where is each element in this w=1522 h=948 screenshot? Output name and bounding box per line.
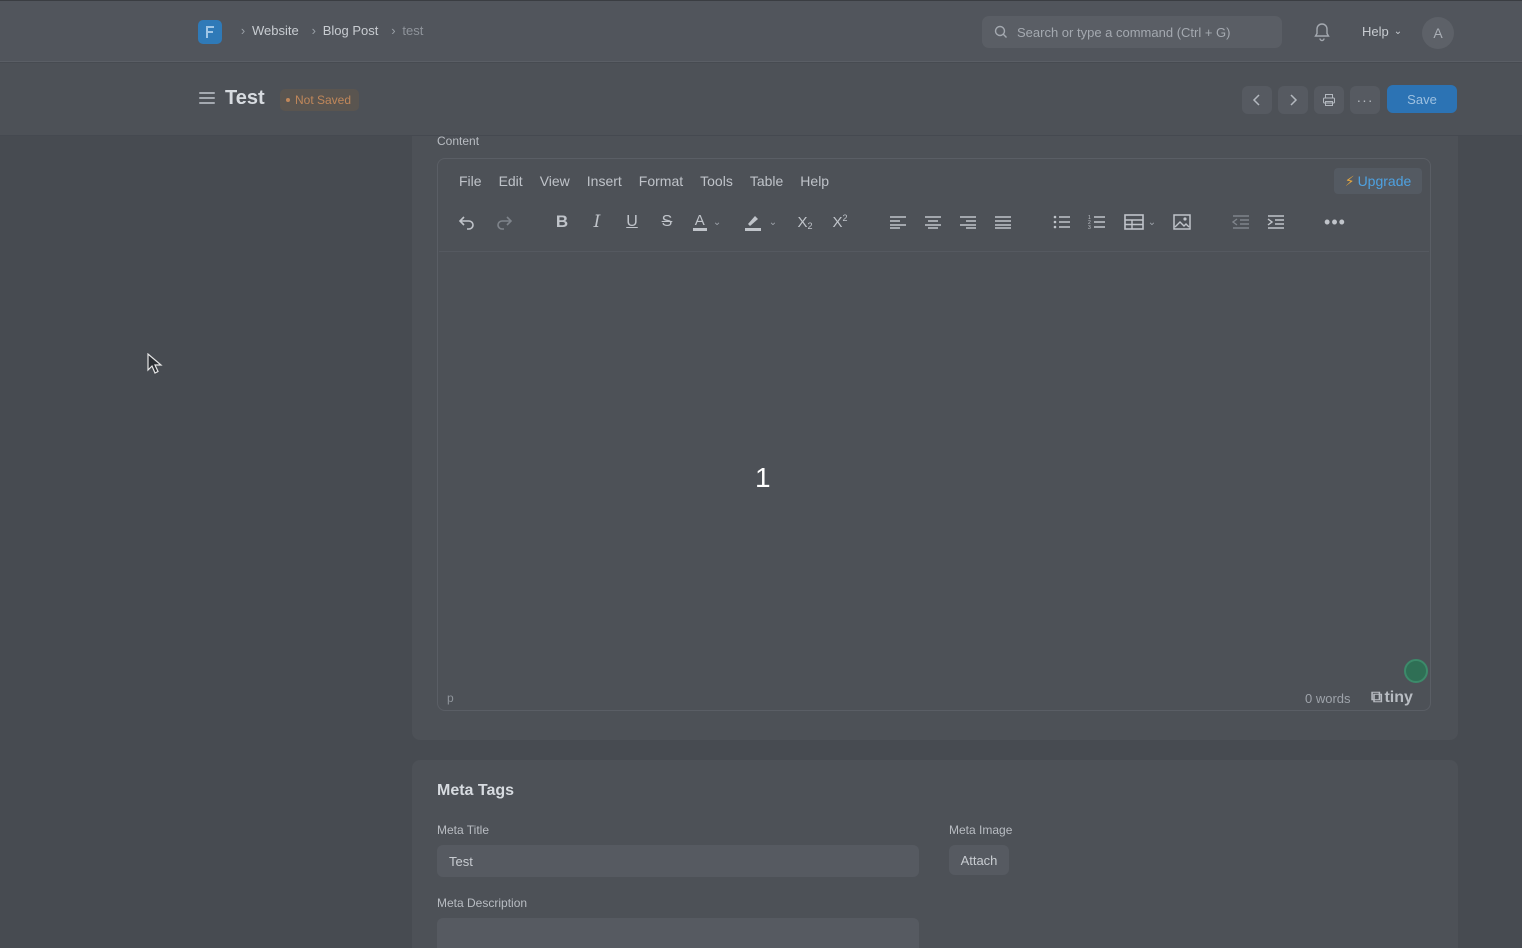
superscript-icon[interactable]: X2 <box>825 207 855 237</box>
meta-title-input[interactable]: Test <box>437 845 919 877</box>
underline-icon[interactable]: U <box>617 207 647 237</box>
status-dot-icon <box>286 98 290 102</box>
search-icon <box>994 25 1007 38</box>
chevron-right-icon <box>1290 94 1298 106</box>
menu-table[interactable]: Table <box>750 173 783 189</box>
content-label: Content <box>437 134 480 148</box>
tiny-brand-logo[interactable]: ⧉ tiny <box>1371 689 1413 707</box>
word-count[interactable]: 0 words <box>1305 691 1351 706</box>
bell-icon[interactable] <box>1312 21 1332 43</box>
sidebar-toggle-icon[interactable] <box>199 92 215 106</box>
more-tools-icon[interactable]: ••• <box>1320 207 1350 237</box>
chevron-down-icon: ⌄ <box>1393 26 1403 37</box>
chevron-right-icon: › <box>240 23 246 38</box>
align-justify-icon[interactable] <box>988 207 1018 237</box>
save-button[interactable]: Save <box>1387 85 1457 113</box>
meta-description-input[interactable] <box>437 918 919 948</box>
highlighter-icon <box>744 216 761 231</box>
redo-icon <box>497 216 513 230</box>
upgrade-button[interactable]: ⚡ Upgrade <box>1334 168 1422 194</box>
editor-content-area[interactable]: 1 <box>439 251 1429 685</box>
next-doc-button[interactable] <box>1278 86 1308 114</box>
chevron-down-icon: ⌄ <box>1147 216 1157 228</box>
menu-view[interactable]: View <box>540 173 570 189</box>
breadcrumb-current[interactable]: test <box>402 23 423 38</box>
editor-overlay-number: 1 <box>755 462 771 493</box>
bold-icon[interactable]: B <box>547 207 577 237</box>
italic-icon[interactable]: I <box>582 207 612 237</box>
editor-toolbar: B I U S A ⌄ ⌄ X2 X2 123 ⌄ ••• <box>438 207 1430 241</box>
chevron-down-icon: ⌄ <box>712 216 722 228</box>
previous-doc-button[interactable] <box>1242 86 1272 114</box>
outdent-icon[interactable] <box>1226 207 1256 237</box>
tiny-logo-icon: ⧉ <box>1371 689 1383 706</box>
strikethrough-icon[interactable]: S <box>652 207 682 237</box>
table-button[interactable]: ⌄ <box>1118 207 1162 237</box>
more-actions-button[interactable]: ··· <box>1350 86 1380 114</box>
help-label: Help <box>1362 24 1389 39</box>
assistant-icon[interactable] <box>1404 659 1428 683</box>
menu-file[interactable]: File <box>459 173 482 189</box>
align-center-icon[interactable] <box>918 207 948 237</box>
align-right-icon[interactable] <box>953 207 983 237</box>
meta-tags-heading: Meta Tags <box>437 782 515 799</box>
lightning-icon: ⚡ <box>1344 172 1355 189</box>
breadcrumb: › Website › Blog Post › test <box>234 23 429 38</box>
status-badge: Not Saved <box>280 89 360 111</box>
element-path[interactable]: p <box>447 691 454 705</box>
chevron-down-icon: ⌄ <box>768 216 778 228</box>
avatar[interactable]: A <box>1422 17 1454 49</box>
numbered-list-icon[interactable]: 123 <box>1082 207 1112 237</box>
mouse-cursor-icon <box>147 353 163 374</box>
editor-statusbar: p 0 words ⧉ tiny <box>438 687 1430 711</box>
breadcrumb-blog-post[interactable]: Blog Post <box>323 23 379 38</box>
align-left-icon[interactable] <box>883 207 913 237</box>
bullet-list-icon[interactable] <box>1047 207 1077 237</box>
upgrade-label: Upgrade <box>1357 173 1412 189</box>
breadcrumb-website[interactable]: Website <box>252 23 299 38</box>
subscript-icon[interactable]: X2 <box>790 207 820 237</box>
chevron-right-icon: › <box>391 23 396 38</box>
meta-description-label: Meta Description <box>437 896 528 910</box>
attach-button[interactable]: Attach <box>949 845 1009 875</box>
ellipsis-icon: ··· <box>1356 92 1374 108</box>
rich-text-editor[interactable]: File Edit View Insert Format Tools Table… <box>437 158 1431 711</box>
chevron-right-icon: › <box>311 23 316 38</box>
undo-icon <box>458 216 474 230</box>
redo-button[interactable] <box>489 207 519 237</box>
menu-format[interactable]: Format <box>639 173 683 189</box>
search-input[interactable]: Search or type a command (Ctrl + G) <box>982 16 1282 48</box>
page-title: Test <box>225 87 265 109</box>
page-head: Test Not Saved ··· Save <box>0 63 1522 136</box>
menu-help[interactable]: Help <box>800 173 829 189</box>
meta-title-label: Meta Title <box>437 823 490 837</box>
search-placeholder: Search or type a command (Ctrl + G) <box>1017 24 1231 40</box>
printer-icon <box>1323 94 1335 106</box>
highlight-color-button[interactable]: ⌄ <box>738 207 782 237</box>
text-color-icon: A <box>692 211 707 231</box>
status-badge-label: Not Saved <box>295 93 352 107</box>
menu-insert[interactable]: Insert <box>587 173 622 189</box>
meta-image-label: Meta Image <box>949 823 1013 837</box>
help-menu[interactable]: Help ⌄ <box>1362 24 1402 39</box>
tiny-brand-label: tiny <box>1384 689 1413 706</box>
indent-icon[interactable] <box>1261 207 1291 237</box>
image-icon[interactable] <box>1167 207 1197 237</box>
print-button[interactable] <box>1314 86 1344 114</box>
app-logo[interactable] <box>198 20 222 44</box>
chevron-left-icon <box>1252 94 1260 106</box>
svg-text:3: 3 <box>1088 225 1091 230</box>
menu-tools[interactable]: Tools <box>700 173 733 189</box>
table-icon <box>1123 214 1144 230</box>
undo-button[interactable] <box>452 207 482 237</box>
editor-menubar: File Edit View Insert Format Tools Table… <box>459 173 846 189</box>
text-color-button[interactable]: A ⌄ <box>687 207 727 237</box>
navbar: › Website › Blog Post › test Search or t… <box>0 0 1522 62</box>
menu-edit[interactable]: Edit <box>499 173 523 189</box>
